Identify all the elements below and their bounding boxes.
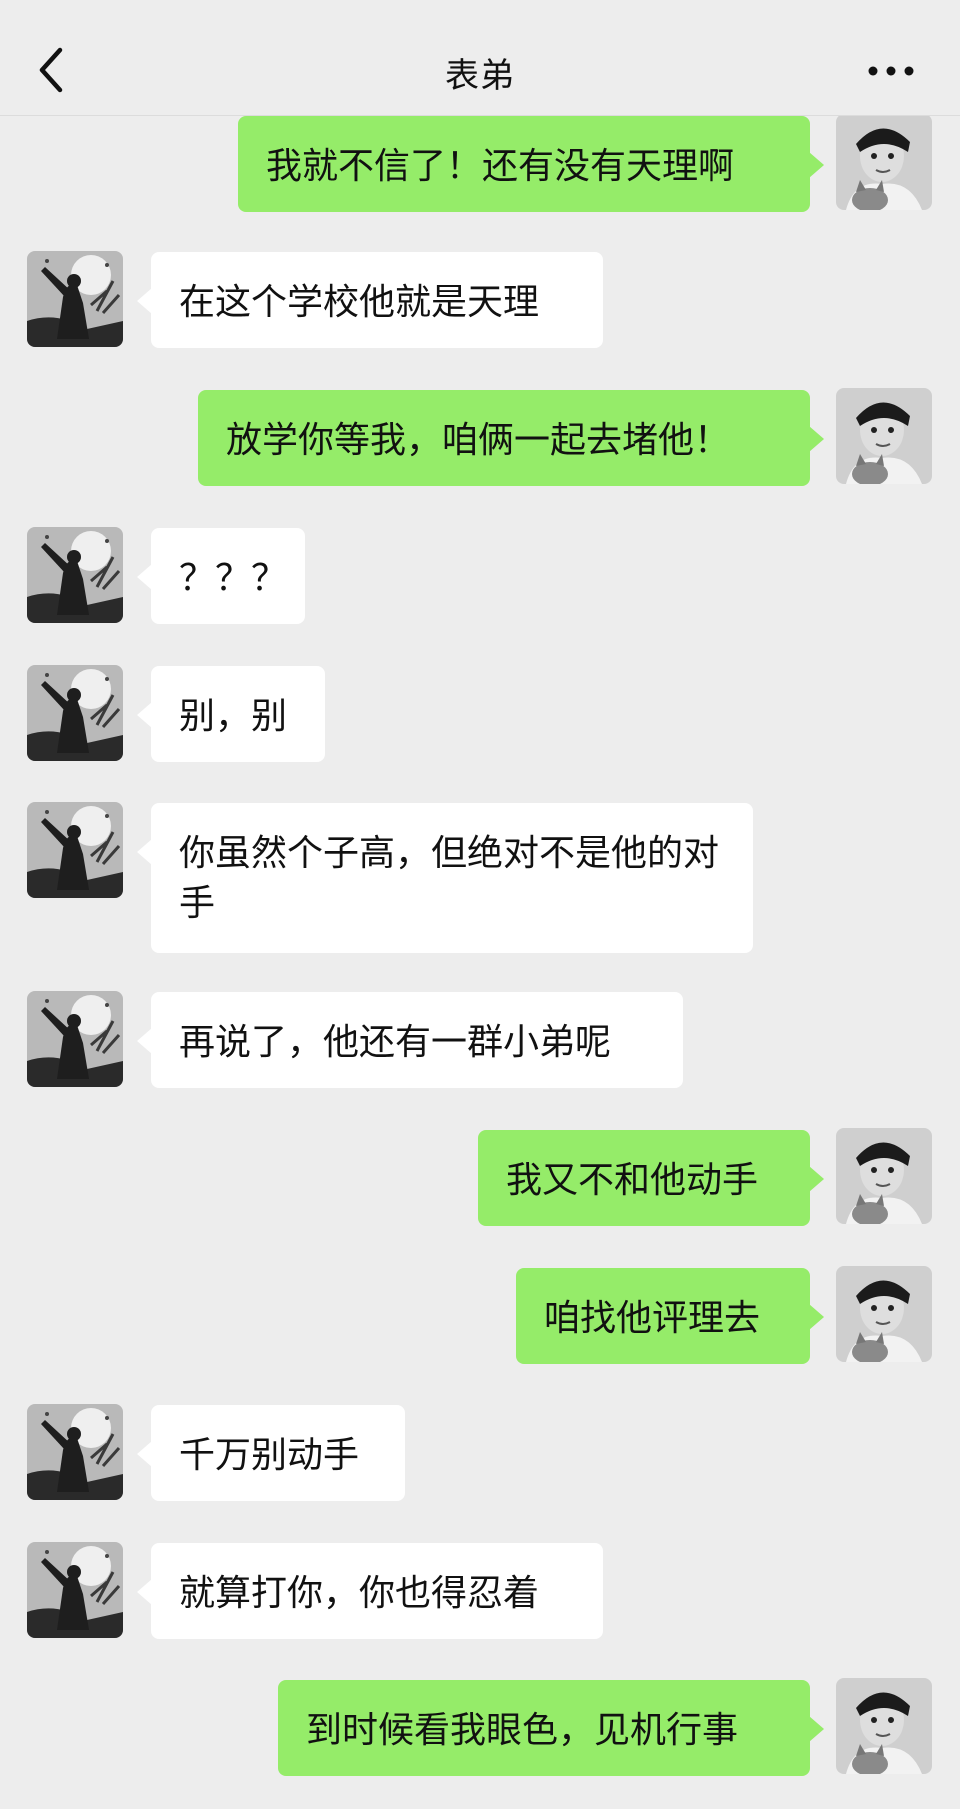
more-dots-icon[interactable] [868,66,914,76]
contact-message-bubble[interactable]: 千万别动手 [137,1405,405,1501]
my-message-bubble[interactable]: 我又不和他动手 [478,1130,824,1226]
contact-avatar[interactable] [27,527,123,623]
contact-avatar[interactable] [27,1542,123,1638]
contact-avatar[interactable] [27,991,123,1087]
contact-message-bubble[interactable]: 别，别 [137,666,325,762]
contact-avatar[interactable] [27,1404,123,1500]
my-message-bubble[interactable]: 咱找他评理去 [516,1268,824,1364]
contact-message-bubble[interactable]: ？？？ [137,528,305,624]
my-message-bubble[interactable]: 到时候看我眼色，见机行事 [278,1680,824,1776]
chat-header: 表弟 [0,0,960,116]
my-avatar[interactable] [836,1128,932,1224]
my-message-bubble[interactable]: 我就不信了！还有没有天理啊 [238,116,824,212]
my-message-bubble[interactable]: 放学你等我，咱俩一起去堵他！ [198,390,824,486]
contact-avatar[interactable] [27,251,123,347]
my-avatar[interactable] [836,388,932,484]
contact-avatar[interactable] [27,665,123,761]
contact-message-bubble[interactable]: 在这个学校他就是天理 [137,252,603,348]
contact-message-bubble[interactable]: 你虽然个子高，但绝对不是他的对手 [137,803,753,953]
my-avatar[interactable] [836,1678,932,1774]
message-list[interactable]: 我就不信了！还有没有天理啊 在这个学校他就是天理 放学你等我，咱俩一起去堵他！ … [0,116,960,1809]
contact-avatar[interactable] [27,802,123,898]
contact-message-bubble[interactable]: 再说了，他还有一群小弟呢 [137,992,683,1088]
my-avatar[interactable] [836,1266,932,1362]
contact-message-bubble[interactable]: 就算打你，你也得忍着 [137,1543,603,1639]
chat-title: 表弟 [445,56,515,96]
my-avatar[interactable] [836,116,932,210]
